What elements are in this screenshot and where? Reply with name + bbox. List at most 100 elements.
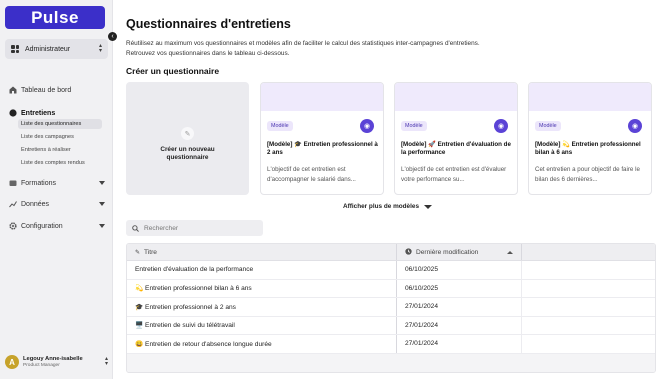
template-description: L'objectif de cet entretien est d'accomp… xyxy=(267,166,356,183)
nav-trainings-label: Formations xyxy=(21,179,57,187)
description-line-1: Réutilisez au maximum vos questionnaires… xyxy=(126,40,480,47)
row-empty xyxy=(522,280,655,298)
template-badge: Modèle xyxy=(267,121,293,131)
column-modified-label: Dernière modification xyxy=(416,248,479,256)
nav-dashboard[interactable]: Tableau de bord xyxy=(9,86,105,94)
updown-chevron-icon: ▴ ▾ xyxy=(104,356,108,367)
create-heading: Créer un questionnaire xyxy=(126,66,220,76)
template-title: [Modèle] 🎓 Entretien professionnel à 2 a… xyxy=(267,141,378,156)
dashboard-grid-icon xyxy=(11,45,19,53)
preview-eye-icon[interactable]: ◉ xyxy=(360,119,374,133)
avatar: A xyxy=(5,355,19,369)
role-selector[interactable]: Administrateur ▴ ▾ xyxy=(5,39,108,59)
template-card[interactable]: Modèle ◉ [Modèle] 🎓 Entretien profession… xyxy=(260,82,384,195)
user-info: Legouy Anne-isabelle Product Manager xyxy=(23,356,83,369)
template-card-banner xyxy=(395,83,517,111)
sidebar: Pulse ‹ Administrateur ▴ ▾ Tableau de bor… xyxy=(0,0,117,379)
user-name: Legouy Anne-isabelle xyxy=(23,355,83,362)
template-badge: Modèle xyxy=(535,121,561,131)
updown-chevron-icon: ▴ ▾ xyxy=(98,43,102,54)
gear-icon xyxy=(9,222,17,230)
subnav-campaigns[interactable]: Liste des campagnes xyxy=(18,132,102,142)
table-footer xyxy=(127,353,655,372)
sort-ascending-icon[interactable] xyxy=(507,250,513,254)
chevron-down-icon xyxy=(99,181,105,185)
row-empty xyxy=(522,335,655,353)
nav-data[interactable]: Données xyxy=(9,200,105,208)
preview-eye-icon[interactable]: ◉ xyxy=(628,119,642,133)
column-header-modified[interactable]: Dernière modification xyxy=(397,244,522,260)
table-row[interactable]: Entretien d'évaluation de la performance… xyxy=(127,261,655,280)
chart-line-icon xyxy=(9,200,17,208)
description-line-2: Retrouvez vos questionnaires dans le tab… xyxy=(126,50,290,57)
nav-config[interactable]: Configuration xyxy=(9,222,105,230)
row-date: 06/10/2025 xyxy=(397,261,522,279)
template-card[interactable]: Modèle ◉ [Modèle] 💫 Entretien profession… xyxy=(528,82,652,195)
create-new-questionnaire-card[interactable]: ✎ Créer un nouveau questionnaire xyxy=(126,82,249,195)
clock-icon xyxy=(405,247,412,257)
row-empty xyxy=(522,261,655,279)
row-empty xyxy=(522,298,655,316)
collapse-sidebar-button[interactable]: ‹ xyxy=(108,32,117,41)
preview-eye-icon[interactable]: ◉ xyxy=(494,119,508,133)
nav-data-label: Données xyxy=(21,200,50,208)
pencil-icon: ✎ xyxy=(181,127,194,140)
row-date: 27/01/2024 xyxy=(397,316,522,334)
column-header-title[interactable]: ✎ Titre xyxy=(127,244,397,260)
main-content: Questionnaires d'entretiens Réutilisez a… xyxy=(126,0,666,379)
table-row[interactable]: 🎓 Entretien professionnel à 2 ans 27/01/… xyxy=(127,298,655,317)
row-date: 27/01/2024 xyxy=(397,335,522,353)
row-title: 😀 Entretien de retour d'absence longue d… xyxy=(127,335,397,353)
questionnaires-table: ✎ Titre Dernière modification Entretien … xyxy=(126,243,656,373)
template-card[interactable]: Modèle ◉ [Modèle] 🚀 Entretien d'évaluati… xyxy=(394,82,518,195)
show-more-label: Afficher plus de modèles xyxy=(343,203,419,210)
template-description: Cet entretien a pour objectif de faire l… xyxy=(535,166,640,183)
nav-trainings[interactable]: Formations xyxy=(9,179,105,187)
search-input[interactable] xyxy=(144,224,254,232)
row-date: 27/01/2024 xyxy=(397,298,522,316)
chevron-down-icon xyxy=(424,204,432,209)
search-icon xyxy=(132,219,139,237)
chevron-down-icon xyxy=(99,224,105,228)
nav-config-label: Configuration xyxy=(21,222,63,230)
row-title: 🎓 Entretien professionnel à 2 ans xyxy=(127,298,397,316)
template-description: L'objectif de cet entretien est d'évalue… xyxy=(401,166,507,183)
column-title-label: Titre xyxy=(144,248,157,256)
app: Pulse ‹ Administrateur ▴ ▾ Tableau de bor… xyxy=(0,0,670,379)
nav-interviews-label: Entretiens xyxy=(21,109,56,117)
template-badge: Modèle xyxy=(401,121,427,131)
template-title: [Modèle] 💫 Entretien professionnel bilan… xyxy=(535,141,641,156)
role-label: Administrateur xyxy=(25,45,71,53)
template-title: [Modèle] 🚀 Entretien d'évaluation de la … xyxy=(401,141,511,156)
show-more-templates-button[interactable]: Afficher plus de modèles xyxy=(343,203,432,210)
template-card-banner xyxy=(529,83,651,111)
table-row[interactable]: 💫 Entretien professionnel bilan à 6 ans … xyxy=(127,279,655,298)
template-card-banner xyxy=(261,83,383,111)
chevron-down-icon xyxy=(99,202,105,206)
row-title: 🖥️ Entretien de suivi du télétravail xyxy=(127,316,397,334)
row-empty xyxy=(522,317,655,335)
subnav-questionnaires[interactable]: Liste des questionnaires xyxy=(18,119,102,129)
nav-dashboard-label: Tableau de bord xyxy=(21,86,72,94)
row-date: 06/10/2025 xyxy=(397,279,522,297)
row-title: Entretien d'évaluation de la performance xyxy=(127,261,397,279)
home-icon xyxy=(9,86,17,94)
column-header-empty xyxy=(522,244,655,260)
table-header: ✎ Titre Dernière modification xyxy=(127,244,655,261)
page-description: Réutilisez au maximum vos questionnaires… xyxy=(126,39,606,59)
create-new-label: Créer un nouveau questionnaire xyxy=(160,146,215,161)
pencil-icon: ✎ xyxy=(135,249,141,256)
table-row[interactable]: 🖥️ Entretien de suivi du télétravail 27/… xyxy=(127,316,655,335)
row-title: 💫 Entretien professionnel bilan à 6 ans xyxy=(127,279,397,297)
pulse-logo[interactable]: Pulse xyxy=(5,6,105,29)
search-box xyxy=(126,220,263,236)
nav-interviews[interactable]: Entretiens xyxy=(9,109,105,117)
subnav-reports[interactable]: Liste des comptes rendus xyxy=(18,158,102,168)
subnav-todo-interviews[interactable]: Entretiens à réaliser xyxy=(18,145,102,155)
page-title: Questionnaires d'entretiens xyxy=(126,17,291,31)
chat-bubble-icon xyxy=(9,109,17,117)
training-icon xyxy=(9,179,17,187)
user-menu[interactable]: A Legouy Anne-isabelle Product Manager ▴… xyxy=(5,353,108,371)
table-row[interactable]: 😀 Entretien de retour d'absence longue d… xyxy=(127,335,655,354)
user-role: Product Manager xyxy=(23,362,60,368)
